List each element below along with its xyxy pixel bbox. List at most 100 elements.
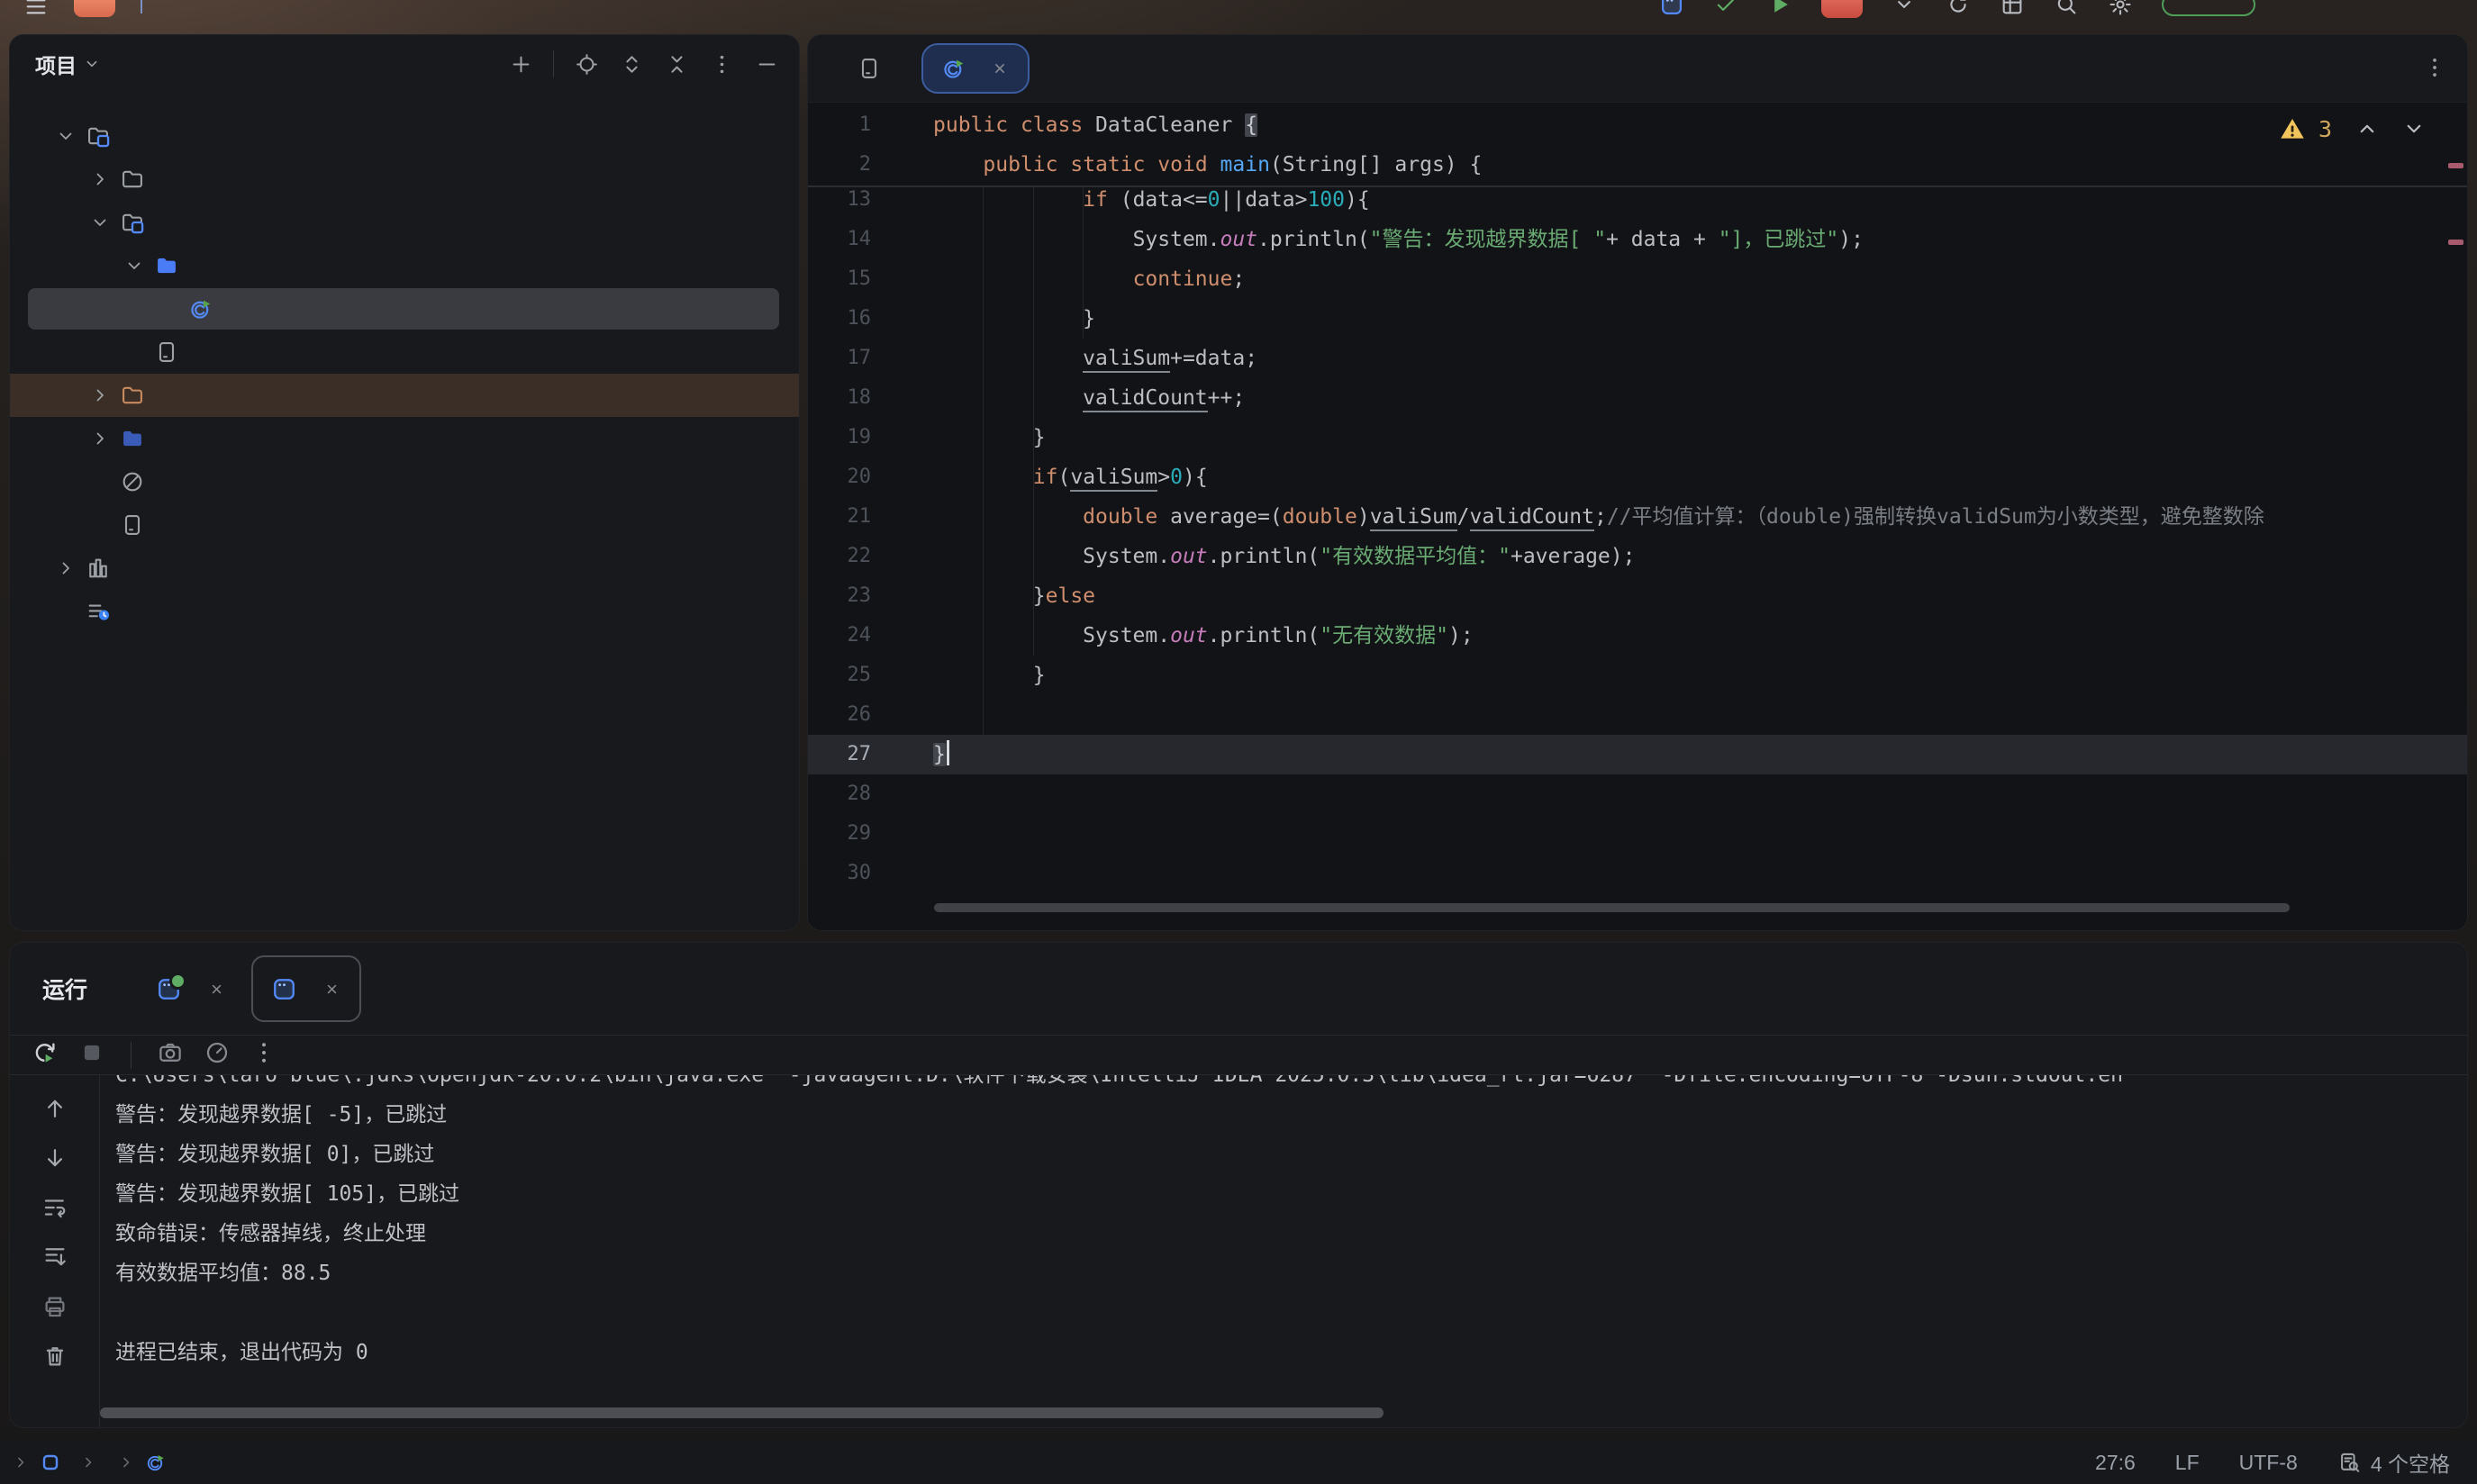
previous-problem-icon[interactable] [2354,115,2381,142]
editor-tab-bar [808,35,2467,103]
java-class-icon [941,56,966,81]
editor-horizontal-scrollbar[interactable] [934,903,2290,912]
tree-item-.gitignore[interactable] [10,460,799,503]
console-line: 警告：发现越界数据[ -5]，已跳过 [115,1095,2456,1135]
line-number: 27 [808,735,871,774]
run-tab-Tempconvert[interactable] [138,955,244,1022]
console-line: 进程已结束，退出代码为 0 [115,1333,2456,1372]
printer-button[interactable] [41,1293,68,1325]
code-editor[interactable]: 13 if (data<=0||data>100){ 14 System.out… [808,103,2467,930]
error-stripe-mark[interactable] [2448,240,2463,245]
arrow-up-button[interactable] [41,1095,68,1127]
tree-item-src[interactable] [10,417,799,460]
tree-item-.idea[interactable] [10,158,799,201]
tree-item-临时文件和控制台[interactable] [10,590,799,633]
breadcrumb-item-DataCleaner[interactable] [145,1452,175,1473]
run-tab-DataCleaner[interactable] [251,955,361,1022]
main-menu-button[interactable] [23,0,49,17]
rerun-button[interactable] [32,1039,59,1071]
console-output[interactable]: C:\Users\taro blue\.jdks\openjdk-20.0.2\… [101,1075,2456,1416]
tree-item-DataCleaner[interactable] [10,287,799,330]
chevron-down-icon [89,212,111,233]
clear-icon [41,1343,68,1370]
console-horizontal-scrollbar[interactable] [100,1407,1384,1418]
indent-setting[interactable]: 4 个空格 [2337,1447,2450,1478]
run-config-chip-button[interactable] [1659,0,1684,17]
license-pill-button[interactable] [2162,0,2255,16]
breadcrumb-item-DataCleaner[interactable] [40,1452,69,1473]
more-button[interactable] [250,1039,277,1071]
code-line-14: 14 System.out.println("警告：发现越界数据[ "+ dat… [808,220,2467,259]
tree-item-src[interactable] [10,244,799,287]
search-button[interactable] [2054,0,2079,17]
more-icon [710,52,734,77]
module-folder-icon [120,210,145,235]
next-problem-icon[interactable] [2400,115,2427,142]
console-line: C:\Users\taro blue\.jdks\openjdk-20.0.2\… [115,1075,2456,1095]
module-badge-icon [40,1452,61,1473]
line-number: 22 [808,537,871,576]
add-button[interactable] [503,46,539,82]
file-encoding[interactable]: UTF-8 [2239,1451,2298,1475]
editor-tabs-more-icon[interactable] [2422,55,2447,80]
expand-all-button[interactable] [613,46,649,82]
profiler-button[interactable] [204,1039,231,1071]
error-stripe-mark[interactable] [2448,163,2463,168]
code-line-30: 30 [808,854,2467,893]
caret-position[interactable]: 27:6 [2095,1451,2136,1475]
console-toolbar [10,1075,100,1427]
tree-item-DataCleaner[interactable] [10,201,799,244]
project-tree [10,93,799,633]
console-line [115,1293,2456,1333]
run-options-button[interactable] [1892,0,1917,17]
editor-tab-Tempconvert.iml[interactable] [839,43,911,94]
search-icon [2054,0,2079,17]
editor-tab-DataCleaner.java[interactable] [921,43,1030,94]
breadcrumb [0,1452,175,1473]
iml-file-icon [154,339,179,365]
code-line-27: 27 } [808,735,2467,774]
line-number: 18 [808,378,871,418]
line-number: 16 [808,299,871,339]
stop-icon [78,1039,105,1066]
tree-item-out[interactable] [10,374,799,417]
caret-divider [141,0,142,14]
collapse-all-button[interactable] [658,46,694,82]
more-icon [250,1039,277,1066]
scroll-to-end-icon [41,1244,68,1271]
clear-button[interactable] [41,1343,68,1374]
run-button[interactable] [1767,0,1792,17]
refresh-button[interactable] [1946,0,1971,17]
run-panel-title[interactable]: 运行 [42,973,87,1005]
tree-item-外部库[interactable] [10,547,799,590]
stop-button[interactable] [78,1039,105,1071]
record-button[interactable] [1821,0,1863,18]
locate-icon [575,52,599,77]
hide-panel-button[interactable] [749,46,785,82]
arrow-down-button[interactable] [41,1145,68,1176]
app-logo[interactable] [74,0,115,17]
chevron-down-icon [55,125,77,147]
close-tab-icon[interactable] [990,59,1010,78]
check-button[interactable] [1713,0,1738,17]
tree-item-TempConvert[interactable] [10,114,799,158]
iml-file-icon [120,512,145,538]
chevron-down-icon [1892,0,1917,17]
more-button[interactable] [703,46,739,82]
run-panel-header: 运行 [10,943,2467,1035]
locate-button[interactable] [568,46,604,82]
close-tab-icon[interactable] [207,980,226,999]
tree-item-Tempconvert.iml[interactable] [10,503,799,547]
project-panel-title-label: 项目 [35,49,77,79]
settings-button[interactable] [2108,0,2133,17]
tree-item-DataCleaner.iml[interactable] [10,330,799,374]
inspections-widget[interactable]: 3 [2279,115,2427,142]
add-icon [509,52,533,77]
camera-button[interactable] [157,1039,184,1071]
close-tab-icon[interactable] [322,980,341,999]
line-ending[interactable]: LF [2175,1451,2200,1475]
project-panel-title[interactable]: 项目 [35,49,102,79]
soft-wrap-button[interactable] [41,1194,68,1226]
layout-button[interactable] [2000,0,2025,17]
scroll-to-end-button[interactable] [41,1244,68,1275]
